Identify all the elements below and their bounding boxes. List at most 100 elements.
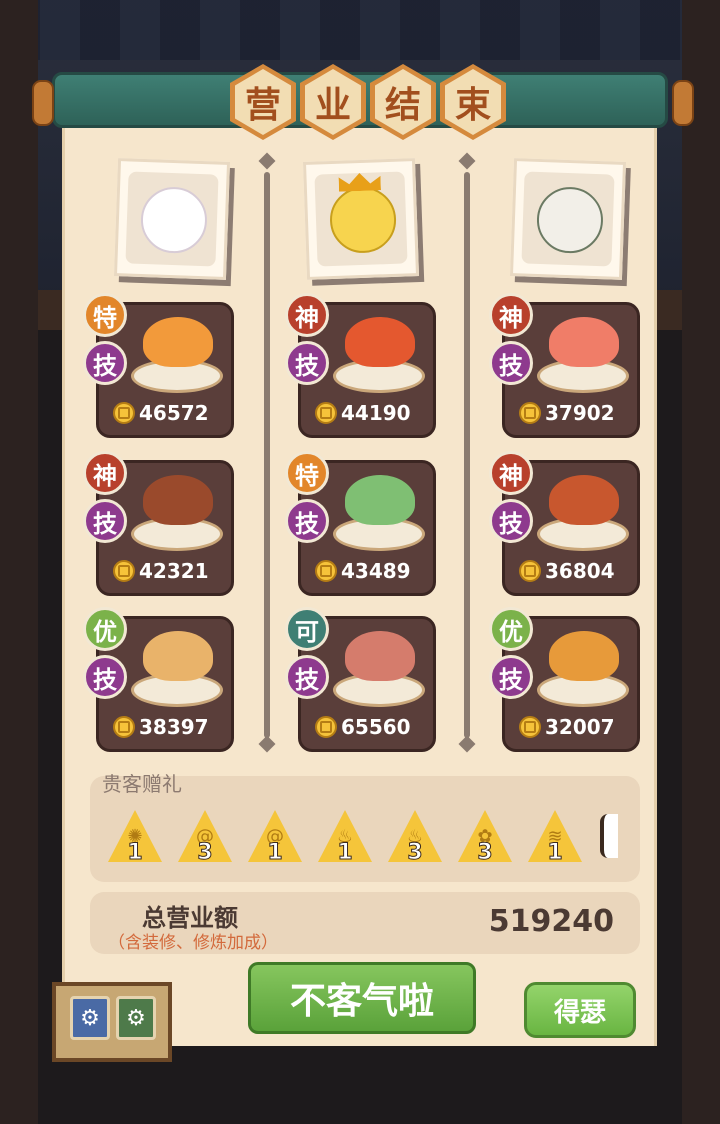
skill-badge: 技 (83, 341, 127, 385)
gift-item[interactable]: ♨ 3 (388, 810, 444, 870)
dish-food (143, 317, 213, 367)
cat-character (113, 158, 231, 280)
dish-earnings-value: 32007 (545, 715, 615, 739)
dish-image (329, 309, 429, 395)
dish-card[interactable]: 特技 46572 (83, 293, 234, 438)
coin-icon (519, 402, 541, 424)
grade-badge: 神 (489, 451, 533, 495)
title-char-tile: 结 (370, 64, 436, 140)
confirm-button[interactable]: 不客气啦 (248, 962, 476, 1034)
title-char: 结 (384, 85, 421, 126)
coin-icon (315, 560, 337, 582)
dish-card[interactable]: 神技 36804 (489, 451, 640, 596)
dish-food (345, 631, 415, 681)
character-face (139, 185, 209, 255)
portrait-image (314, 171, 408, 267)
grade-badge: 神 (285, 293, 329, 337)
dish-earnings: 44190 (315, 401, 411, 425)
total-note: （含装修、修炼加成） (108, 933, 278, 953)
dish-image (127, 309, 227, 395)
gift-partial-icon (600, 814, 618, 858)
title-char: 营 (244, 85, 281, 126)
gift-item[interactable]: ✿ 3 (458, 810, 514, 870)
dish-card[interactable]: 优技 38397 (83, 607, 234, 752)
gift-item[interactable]: ♨ 1 (318, 810, 374, 870)
title-char: 束 (454, 85, 491, 126)
skill-badge: 技 (83, 499, 127, 543)
dish-earnings: 36804 (519, 559, 615, 583)
dish-earnings: 38397 (113, 715, 209, 739)
skill-badge: 技 (489, 655, 533, 699)
title-char: 业 (314, 85, 351, 126)
coin-icon (315, 402, 337, 424)
dish-food (345, 317, 415, 367)
title-char-tile: 束 (440, 64, 506, 140)
dish-image (127, 623, 227, 709)
dish-earnings-value: 38397 (139, 715, 209, 739)
dish-image (127, 467, 227, 553)
dish-earnings: 37902 (519, 401, 615, 425)
gift-item[interactable]: ✺ 1 (108, 810, 164, 870)
gift-quantity: 3 (477, 840, 493, 866)
grade-badge: 特 (285, 451, 329, 495)
column-divider (464, 172, 470, 738)
dish-earnings: 32007 (519, 715, 615, 739)
gift-item[interactable]: ≋ 1 (528, 810, 584, 870)
gift-quantity: 3 (407, 840, 423, 866)
gift-label: 贵客赠礼 (102, 772, 182, 796)
skill-badge: 技 (285, 499, 329, 543)
skill-badge: 技 (489, 341, 533, 385)
grade-badge: 神 (83, 451, 127, 495)
background-roof (0, 0, 720, 60)
dish-card[interactable]: 神技 44190 (285, 293, 436, 438)
skill-badge: 技 (285, 655, 329, 699)
chick-king-character (302, 158, 420, 280)
grade-badge: 优 (83, 607, 127, 651)
coin-icon (519, 716, 541, 738)
gift-item[interactable]: @3 (178, 810, 234, 870)
background-pillar-right (682, 0, 720, 1124)
coin-icon (315, 716, 337, 738)
gallery-gear-icon[interactable]: ⚙ (116, 996, 156, 1040)
skill-badge: 技 (83, 655, 127, 699)
gift-item[interactable]: @1 (248, 810, 304, 870)
dish-food (345, 475, 415, 525)
skill-badge: 技 (489, 499, 533, 543)
scroll-cap-left (32, 80, 54, 126)
total-value: 519240 (488, 904, 614, 939)
dish-earnings-value: 65560 (341, 715, 411, 739)
dish-earnings-value: 37902 (545, 401, 615, 425)
scroll-cap-right (672, 80, 694, 126)
dish-earnings-value: 36804 (545, 559, 615, 583)
page-title: 营 业 结 束 (230, 64, 510, 144)
dish-card[interactable]: 优技 32007 (489, 607, 640, 752)
dish-card[interactable]: 神技 37902 (489, 293, 640, 438)
title-char-tile: 业 (300, 64, 366, 140)
grade-badge: 神 (489, 293, 533, 337)
grade-badge: 优 (489, 607, 533, 651)
dish-food (143, 475, 213, 525)
sheep-girl-character (509, 158, 627, 280)
dish-earnings: 46572 (113, 401, 209, 425)
dish-card[interactable]: 神技 42321 (83, 451, 234, 596)
dish-earnings-value: 42321 (139, 559, 209, 583)
coin-icon (113, 716, 135, 738)
portrait-image (521, 171, 615, 267)
dish-food (549, 475, 619, 525)
coin-icon (113, 402, 135, 424)
dish-earnings: 42321 (113, 559, 209, 583)
show-off-button[interactable]: 得瑟 (524, 982, 636, 1038)
character-face (328, 185, 398, 255)
gift-quantity: 1 (267, 840, 283, 866)
settings-gear-icon[interactable]: ⚙ (70, 996, 110, 1040)
dish-earnings: 43489 (315, 559, 411, 583)
dish-food (143, 631, 213, 681)
dish-image (533, 623, 633, 709)
gift-quantity: 3 (197, 840, 213, 866)
gift-quantity: 1 (337, 840, 353, 866)
dish-image (329, 467, 429, 553)
dish-earnings-value: 43489 (341, 559, 411, 583)
coin-icon (519, 560, 541, 582)
dish-card[interactable]: 可技 65560 (285, 607, 436, 752)
dish-card[interactable]: 特技 43489 (285, 451, 436, 596)
